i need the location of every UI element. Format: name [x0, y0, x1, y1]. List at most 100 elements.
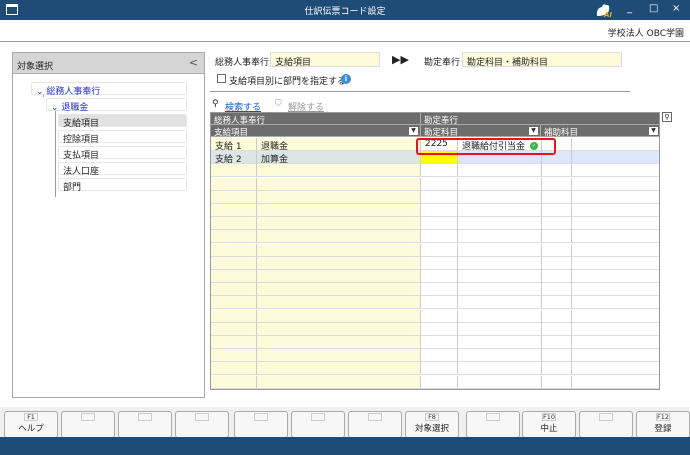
grid-cell[interactable]: [421, 336, 458, 349]
grid-cell[interactable]: [421, 204, 458, 217]
fkey-button-5[interactable]: [234, 411, 288, 438]
grid-cell[interactable]: [572, 375, 659, 389]
grid-cell[interactable]: [542, 243, 572, 257]
grid-cell[interactable]: [458, 349, 542, 363]
grid-cell[interactable]: [542, 349, 572, 363]
grid-cell[interactable]: [257, 349, 421, 363]
grid-cell[interactable]: [211, 164, 257, 178]
grid-cell[interactable]: [421, 296, 458, 310]
grid-cell[interactable]: [572, 309, 659, 323]
grid-cell[interactable]: [572, 243, 659, 257]
grid-search-icon[interactable]: ⚲: [662, 112, 672, 122]
grid-cell[interactable]: [542, 322, 572, 336]
grid-cell[interactable]: [257, 164, 421, 178]
grid-cell[interactable]: [542, 190, 572, 204]
grid-cell[interactable]: [572, 283, 659, 297]
grid-cell[interactable]: [211, 243, 257, 257]
fkey-button-4[interactable]: [175, 411, 229, 438]
grid-cell[interactable]: [211, 309, 257, 323]
grid-cell[interactable]: [458, 256, 542, 270]
grid-cell[interactable]: [257, 243, 421, 257]
grid-cell[interactable]: [257, 177, 421, 191]
grid-cell[interactable]: [257, 362, 421, 376]
grid-cell[interactable]: [542, 362, 572, 376]
grid-cell[interactable]: [211, 230, 257, 244]
grid-cell[interactable]: [458, 283, 542, 297]
fkey-button-12[interactable]: F12 登録: [636, 411, 690, 438]
grid-cell[interactable]: [257, 270, 421, 283]
grid-cell[interactable]: [458, 204, 542, 217]
grid-cell[interactable]: [211, 204, 257, 217]
grid-cell[interactable]: [421, 190, 458, 204]
grid-cell[interactable]: [458, 217, 542, 231]
grid-cell[interactable]: [458, 230, 542, 244]
grid-cell[interactable]: [421, 270, 458, 283]
col-header-account[interactable]: 勘定科目 ▼: [421, 125, 541, 138]
grid-cell[interactable]: [542, 309, 572, 323]
grid-cell[interactable]: 退職金: [257, 138, 421, 152]
grid-cell[interactable]: [257, 336, 421, 349]
grid-cell[interactable]: [458, 243, 542, 257]
grid-cell[interactable]: [572, 164, 659, 178]
grid-cell[interactable]: [572, 322, 659, 336]
grid-cell[interactable]: [572, 336, 659, 349]
grid-cell[interactable]: [257, 230, 421, 244]
grid-cell[interactable]: [542, 296, 572, 310]
grid-cell[interactable]: [211, 362, 257, 376]
grid-cell[interactable]: [211, 283, 257, 297]
collapse-button[interactable]: <: [189, 56, 198, 69]
tree-node-bumon[interactable]: 部門: [58, 178, 187, 193]
grid-cell[interactable]: [458, 190, 542, 204]
fkey-button-7[interactable]: [348, 411, 402, 438]
grid-cell[interactable]: [211, 217, 257, 231]
grid-cell[interactable]: [211, 336, 257, 349]
grid-cell[interactable]: [421, 283, 458, 297]
grid-cell[interactable]: [458, 375, 542, 389]
grid-cell[interactable]: [572, 217, 659, 231]
grid-cell[interactable]: [211, 190, 257, 204]
fkey-button-6[interactable]: [291, 411, 345, 438]
grid-cell[interactable]: [421, 375, 458, 389]
grid-cell[interactable]: [257, 296, 421, 310]
grid-cell[interactable]: [257, 309, 421, 323]
grid-cell[interactable]: [421, 362, 458, 376]
maximize-button[interactable]: □: [649, 3, 658, 14]
grid-cell[interactable]: [421, 164, 458, 178]
grid-cell[interactable]: [572, 151, 659, 165]
grid-cell[interactable]: [458, 322, 542, 336]
grid-cell[interactable]: [572, 270, 659, 283]
grid-cell[interactable]: [542, 336, 572, 349]
grid-cell[interactable]: [542, 204, 572, 217]
grid-cell[interactable]: [458, 336, 542, 349]
grid-cell[interactable]: [458, 177, 542, 191]
grid-cell[interactable]: [542, 164, 572, 178]
fkey-button-8[interactable]: F8 対象選択: [405, 411, 459, 438]
grid-cell[interactable]: [572, 230, 659, 244]
col-header-item[interactable]: 支給項目 ▼: [211, 125, 421, 138]
tree-node-taishokukin[interactable]: ⌄ 退職金: [46, 98, 187, 113]
grid-cell[interactable]: [458, 164, 542, 178]
grid-cell[interactable]: [542, 177, 572, 191]
tree-node-shikyu[interactable]: 支給項目: [58, 114, 187, 129]
grid-cell[interactable]: 加算金: [257, 151, 421, 165]
grid-cell[interactable]: [211, 256, 257, 270]
minimize-button[interactable]: _: [627, 3, 632, 14]
grid-cell[interactable]: [421, 217, 458, 231]
fkey-button-11[interactable]: [579, 411, 633, 438]
grid-cell[interactable]: [421, 177, 458, 191]
grid-cell[interactable]: [572, 138, 659, 151]
grid-cell[interactable]: [211, 375, 257, 389]
grid-cell[interactable]: [572, 190, 659, 204]
grid-cell[interactable]: [421, 309, 458, 323]
department-checkbox[interactable]: [217, 74, 226, 83]
tree-node-shiharai[interactable]: 支払項目: [58, 146, 187, 161]
info-icon[interactable]: i: [341, 74, 351, 84]
grid-cell[interactable]: [572, 177, 659, 191]
grid-cell[interactable]: [211, 177, 257, 191]
tree-node-kojo[interactable]: 控除項目: [58, 130, 187, 145]
grid-cell[interactable]: [257, 256, 421, 270]
col-header-subaccount[interactable]: 補助科目 ▼: [541, 125, 659, 138]
grid-cell[interactable]: [542, 230, 572, 244]
grid-cell[interactable]: [257, 190, 421, 204]
grid-cell[interactable]: [257, 322, 421, 336]
